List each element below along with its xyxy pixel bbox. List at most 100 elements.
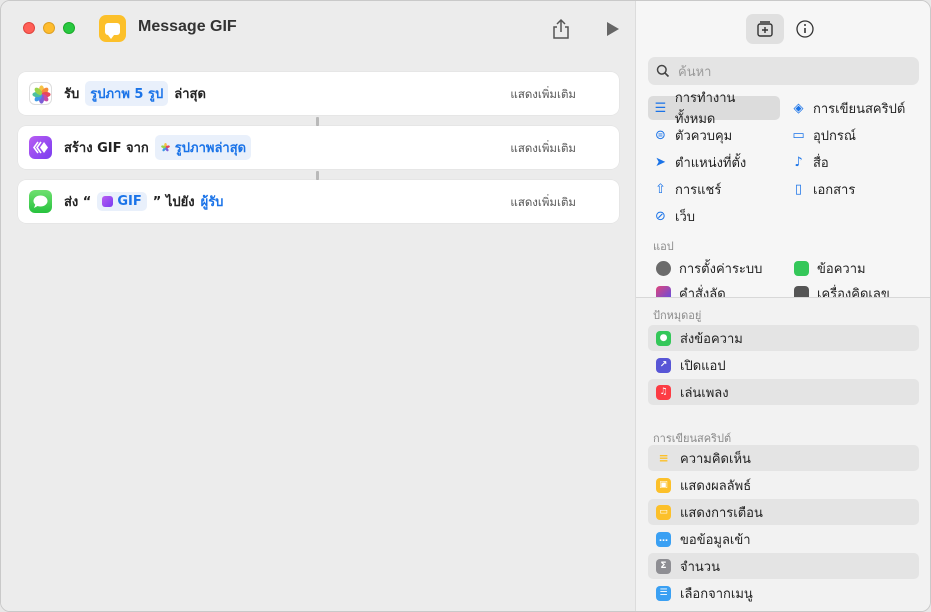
action-library-button[interactable] <box>746 14 784 44</box>
sidebar-divider <box>636 297 930 298</box>
scripting-comment[interactable]: ≡ ความคิดเห็น <box>648 445 919 471</box>
category-documents[interactable]: ▯ เอกสาร <box>786 177 860 201</box>
show-more-link[interactable]: แสดงเพิ่มเติม <box>510 86 576 104</box>
close-window-button[interactable] <box>23 22 35 34</box>
scripting-show-result[interactable]: ▣ แสดงผลลัพธ์ <box>648 472 919 498</box>
category-scripting[interactable]: ◈ การเขียนสคริปต์ <box>786 96 910 120</box>
info-icon <box>796 20 814 38</box>
make-gif-icon <box>29 136 52 159</box>
show-more-link[interactable]: แสดงเพิ่มเติม <box>510 140 576 158</box>
search-input[interactable] <box>678 63 898 79</box>
shortcut-title[interactable]: Message GIF <box>138 18 237 36</box>
action-label: ความคิดเห็น <box>680 451 751 467</box>
scripting-show-alert[interactable]: ▭ แสดงการเตือน <box>648 499 919 525</box>
recipients-parameter[interactable]: ผู้รับ <box>201 189 224 214</box>
category-label: สื่อ <box>813 155 829 171</box>
sigma-icon: Σ <box>656 558 671 574</box>
app-label: การตั้งค่าระบบ <box>679 261 763 277</box>
show-more-link[interactable]: แสดงเพิ่มเติม <box>510 194 576 212</box>
action-make-gif[interactable]: สร้าง GIF จาก รูปภาพล่าสุด แสดงเพิ่มเติม <box>18 126 619 169</box>
share-icon[interactable] <box>550 17 572 41</box>
title-bar: Message GIF <box>1 1 635 57</box>
action-label: ส่งข้อความ <box>680 331 743 347</box>
shortcut-icon[interactable] <box>99 15 126 42</box>
run-play-icon[interactable] <box>605 20 621 38</box>
action-library-sidebar: ☰ การทำงานทั้งหมด ◈ การเขียนสคริปต์ ⊜ ตั… <box>635 1 930 611</box>
category-label: ตัวควบคุม <box>675 128 733 144</box>
pinned-open-app[interactable]: ↗ เปิดแอป <box>648 352 919 378</box>
document-icon: ▯ <box>794 181 803 197</box>
app-messages[interactable]: ข้อความ <box>794 257 866 279</box>
action-label: จำนวน <box>680 559 720 575</box>
menu-icon: ☰ <box>656 585 671 601</box>
app-shortcuts[interactable]: คำสั่งลัด <box>656 282 726 297</box>
display-icon: ▭ <box>792 127 805 143</box>
category-sharing[interactable]: ⇧ การแชร์ <box>648 177 726 201</box>
category-label: การเขียนสคริปต์ <box>813 101 906 117</box>
messages-icon: ● <box>656 330 671 346</box>
search-field[interactable] <box>648 57 919 85</box>
ask-input-icon: … <box>656 531 671 547</box>
photos-small-icon <box>160 143 170 152</box>
calculator-icon <box>794 285 809 297</box>
library-categories-panel: ☰ การทำงานทั้งหมด ◈ การเขียนสคริปต์ ⊜ ตั… <box>636 1 930 297</box>
action-verb: สร้าง GIF จาก <box>64 141 149 156</box>
category-web[interactable]: ⊘ เว็บ <box>648 204 700 228</box>
library-add-icon <box>757 21 773 37</box>
apps-section-label: แอป <box>653 240 674 253</box>
action-text: ” ไปยัง <box>152 195 195 210</box>
app-system-settings[interactable]: การตั้งค่าระบบ <box>656 257 762 279</box>
action-label: เล่นเพลง <box>680 385 729 401</box>
category-location[interactable]: ➤ ตำแหน่งที่ตั้ง <box>648 150 751 174</box>
share-icon: ⇧ <box>655 181 666 197</box>
action-label: เลือกจากเมนู <box>680 586 753 602</box>
show-result-icon: ▣ <box>656 477 671 493</box>
app-label: ข้อความ <box>817 261 866 277</box>
open-app-icon: ↗ <box>656 357 671 373</box>
app-label: คำสั่งลัด <box>679 286 726 298</box>
action-connector <box>316 171 319 180</box>
editor-pane: Message GIF รับ รูปภาพ 5 รูป ล่าสุด แสดง… <box>1 1 635 611</box>
search-icon <box>656 64 670 78</box>
settings-gear-icon <box>656 260 671 276</box>
action-send-message[interactable]: ส่ง “ GIF ” ไปยัง ผู้รับ แสดงเพิ่มเติม <box>18 180 619 223</box>
messages-app-icon <box>29 190 52 213</box>
action-label: ขอข้อมูลเข้า <box>680 532 751 548</box>
category-devices[interactable]: ▭ อุปกรณ์ <box>786 123 861 147</box>
app-calculator[interactable]: เครื่องคิดเลข <box>794 282 890 297</box>
minimize-window-button[interactable] <box>43 22 55 34</box>
zoom-window-button[interactable] <box>63 22 75 34</box>
category-controls[interactable]: ⊜ ตัวควบคุม <box>648 123 737 147</box>
messages-icon <box>794 260 809 276</box>
pinned-section-label: ปักหมุดอยู่ <box>653 309 702 322</box>
pinned-play-music[interactable]: ♫ เล่นเพลง <box>648 379 919 405</box>
category-label: ตำแหน่งที่ตั้ง <box>675 155 747 171</box>
alert-icon: ▭ <box>656 504 671 520</box>
pinned-send-message[interactable]: ● ส่งข้อความ <box>648 325 919 351</box>
scripting-choose-from-menu[interactable]: ☰ เลือกจากเมนู <box>648 580 919 606</box>
action-text: ล่าสุด <box>174 87 206 102</box>
shortcuts-window: Message GIF รับ รูปภาพ 5 รูป ล่าสุด แสดง… <box>0 0 931 612</box>
shortcut-details-button[interactable] <box>786 14 824 44</box>
action-verb: ส่ง “ <box>64 195 92 210</box>
category-label: อุปกรณ์ <box>813 128 856 144</box>
action-label: เปิดแอป <box>680 358 726 374</box>
scripting-count[interactable]: Σ จำนวน <box>648 553 919 579</box>
action-get-latest-photos[interactable]: รับ รูปภาพ 5 รูป ล่าสุด แสดงเพิ่มเติม <box>18 72 619 115</box>
gif-variable[interactable]: GIF <box>97 192 147 211</box>
compass-icon: ⊘ <box>655 208 666 224</box>
action-label: แสดงผลลัพธ์ <box>680 478 752 494</box>
variable-label: GIF <box>117 194 142 209</box>
latest-photos-variable[interactable]: รูปภาพล่าสุด <box>154 135 252 160</box>
category-media[interactable]: ♪ สื่อ <box>786 150 834 174</box>
scripting-ask-for-input[interactable]: … ขอข้อมูลเข้า <box>648 526 919 552</box>
category-label: เอกสาร <box>813 182 856 198</box>
list-icon: ☰ <box>654 100 667 116</box>
category-label: เว็บ <box>675 209 695 225</box>
action-label: แสดงการเตือน <box>680 505 763 521</box>
music-icon: ♫ <box>656 384 671 400</box>
category-label: การแชร์ <box>675 182 722 198</box>
photo-count-parameter[interactable]: รูปภาพ 5 รูป <box>85 81 169 106</box>
category-all-actions[interactable]: ☰ การทำงานทั้งหมด <box>648 91 780 127</box>
comment-lines-icon: ≡ <box>658 451 669 465</box>
